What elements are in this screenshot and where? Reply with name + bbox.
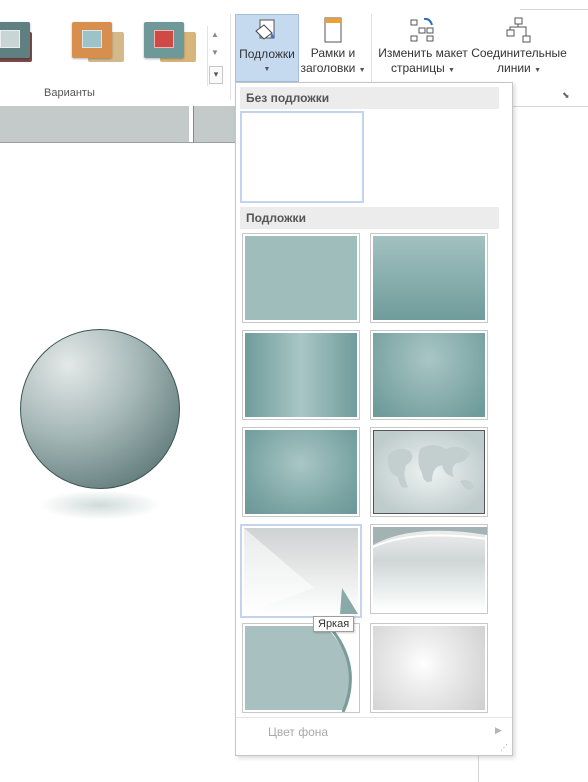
variant-front-shape (0, 22, 30, 58)
variant-orange-thumb[interactable] (72, 22, 128, 68)
background-thumb-8[interactable] (370, 524, 488, 614)
background-thumb-2[interactable] (370, 233, 488, 323)
section-no-background-header: Без подложки (240, 87, 499, 109)
variant-front-shape (72, 22, 112, 58)
tab-divider (0, 142, 236, 143)
variant-gray-thumb[interactable] (0, 22, 58, 68)
page-tab[interactable] (193, 106, 237, 142)
circle-shape-shadow (38, 490, 162, 520)
background-thumb-9[interactable] (242, 623, 360, 713)
background-fill (244, 528, 358, 614)
background-fill (245, 236, 357, 320)
background-fill (373, 430, 485, 514)
variant-inner-shape (0, 30, 20, 48)
background-fill (245, 626, 359, 712)
background-thumb-5[interactable] (242, 427, 360, 517)
section-backgrounds-header: Подложки (240, 207, 499, 229)
background-fill (245, 430, 357, 514)
dropdown-footer-divider (236, 717, 512, 718)
chevron-down-icon: ▼ (534, 67, 542, 74)
chevron-down-icon: ▼ (358, 67, 366, 74)
connectors-label-line1: Соединительные (471, 46, 567, 60)
borders-label-line1: Рамки и (310, 46, 356, 60)
group-separator (230, 14, 231, 100)
variants-gallery[interactable]: ▲ ▼ ▾ (0, 12, 223, 86)
bright-shape-decoration (244, 528, 358, 614)
variant-front-shape (144, 22, 184, 58)
relayout-icon (410, 17, 434, 42)
backgrounds-icon (255, 19, 275, 40)
borders-label-line2: заголовки ▼ (300, 61, 366, 75)
background-thumb-3[interactable] (242, 330, 360, 420)
background-fill (373, 333, 485, 417)
connectors-label-line2: линии ▼ (496, 61, 542, 75)
borders-titles-icon (324, 17, 342, 43)
chevron-down-icon: ▼ (448, 67, 455, 74)
no-background-thumb[interactable] (240, 111, 364, 203)
background-color-menu-item[interactable]: Цвет фона (268, 725, 328, 739)
relayout-label-line1: Изменить макет (378, 46, 468, 60)
background-fill (373, 236, 485, 320)
ribbon-top-border (520, 9, 588, 10)
curve-decoration (325, 626, 359, 712)
variants-group-label: Варианты (44, 87, 95, 99)
submenu-arrow-icon: ▶ (495, 725, 502, 735)
relayout-label-line2: страницы ▼ (391, 61, 455, 75)
gallery-more-button[interactable]: ▾ (209, 66, 223, 84)
connectors-button[interactable]: Соединительные линии ▼ (471, 14, 567, 78)
tooltip: Яркая (313, 616, 355, 632)
background-thumb-6[interactable] (370, 427, 488, 517)
variant-red-thumb[interactable] (144, 22, 200, 68)
background-fill (245, 333, 357, 417)
wave-decoration (373, 527, 487, 548)
background-thumb-4[interactable] (370, 330, 488, 420)
background-fill (373, 626, 485, 710)
chevron-down-icon: ▼ (263, 66, 271, 73)
background-fill (373, 527, 487, 611)
dialog-launcher-icon[interactable]: ⬊ (562, 90, 570, 101)
backgrounds-label: Подложки (239, 47, 295, 61)
variant-inner-shape (82, 30, 102, 48)
background-thumb-1[interactable] (242, 233, 360, 323)
resize-grip-icon[interactable]: ⋰ (500, 743, 508, 752)
relayout-button[interactable]: Изменить макет страницы ▼ (376, 14, 470, 78)
world-map-icon (387, 445, 474, 490)
backgrounds-button[interactable]: Подложки ▼ (235, 14, 299, 82)
page-tabs-strip (0, 106, 237, 144)
background-thumb-7[interactable] (240, 524, 362, 618)
gallery-up-button[interactable]: ▲ (209, 26, 221, 44)
backgrounds-dropdown: Без подложки Подложки Цвет фона ▶ ⋰ (235, 82, 513, 756)
background-thumb-10[interactable] (370, 623, 488, 713)
variant-inner-shape (154, 30, 174, 48)
connectors-icon (506, 17, 531, 43)
gallery-scrollbar: ▲ ▼ ▾ (207, 26, 223, 86)
circle-shape[interactable] (20, 329, 180, 489)
gallery-down-button[interactable]: ▼ (209, 44, 221, 62)
borders-titles-button[interactable]: Рамки и заголовки ▼ (299, 14, 367, 78)
page-tab[interactable] (0, 106, 191, 142)
